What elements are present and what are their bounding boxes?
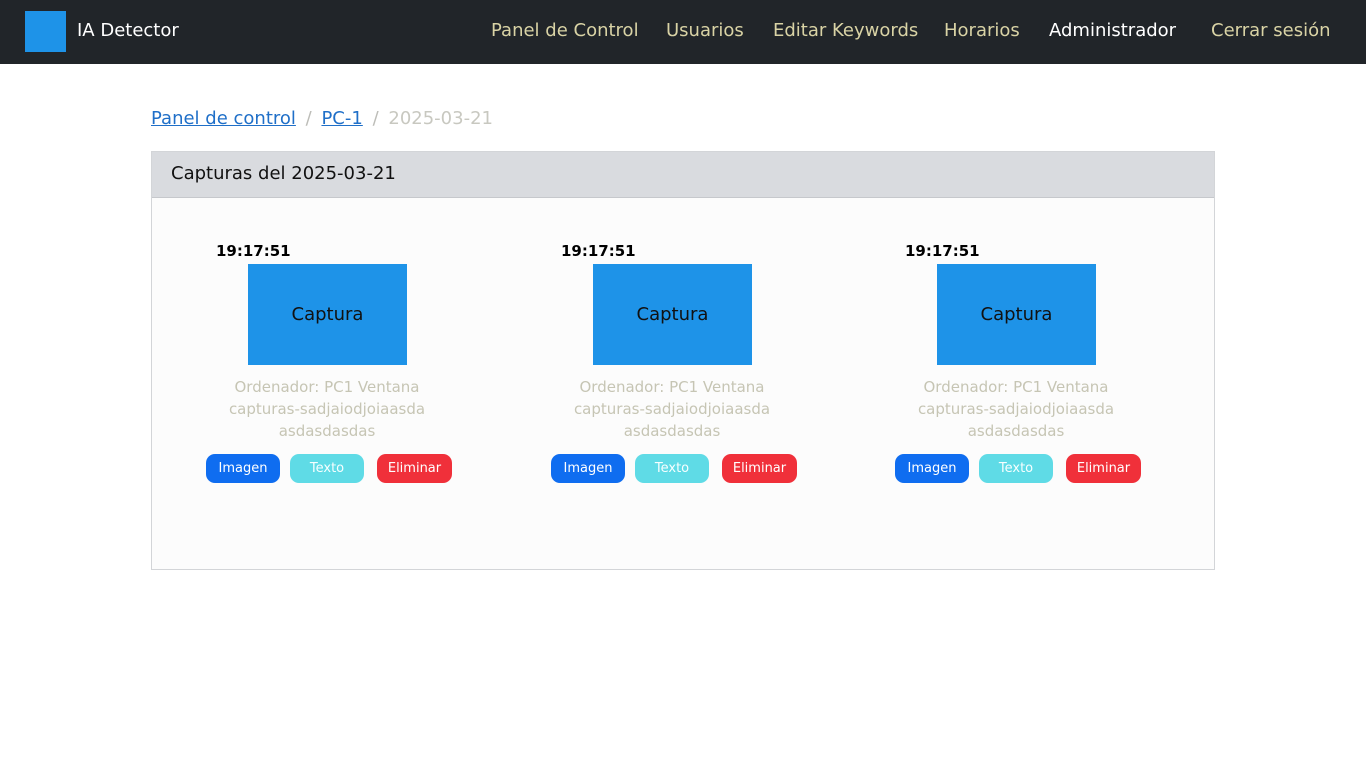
text-button[interactable]: Texto bbox=[979, 454, 1053, 483]
nav-usuarios[interactable]: Usuarios bbox=[666, 19, 744, 43]
breadcrumb-current: 2025-03-21 bbox=[388, 108, 493, 129]
image-button[interactable]: Imagen bbox=[551, 454, 625, 483]
capture-thumbnail[interactable]: Captura bbox=[593, 264, 752, 365]
nav-horarios[interactable]: Horarios bbox=[944, 19, 1020, 43]
brand-logo[interactable] bbox=[25, 11, 66, 52]
card-title: Capturas del 2025-03-21 bbox=[171, 163, 396, 184]
nav-administrador[interactable]: Administrador bbox=[1049, 19, 1176, 43]
top-navbar: IA Detector Panel de Control Usuarios Ed… bbox=[0, 0, 1366, 64]
capture-time: 19:17:51 bbox=[561, 242, 636, 260]
brand-name[interactable]: IA Detector bbox=[77, 19, 179, 43]
breadcrumb-separator: / bbox=[372, 108, 379, 129]
image-button[interactable]: Imagen bbox=[206, 454, 280, 483]
capture-thumbnail[interactable]: Captura bbox=[248, 264, 407, 365]
capture-thumbnail-label: Captura bbox=[980, 304, 1053, 325]
delete-button[interactable]: Eliminar bbox=[722, 454, 797, 483]
nav-panel-de-control[interactable]: Panel de Control bbox=[491, 19, 639, 43]
delete-button[interactable]: Eliminar bbox=[1066, 454, 1141, 483]
captures-card: Capturas del 2025-03-21 19:17:51 Captura… bbox=[151, 151, 1215, 570]
capture-description: Ordenador: PC1 Ventana capturas-sadjaiod… bbox=[573, 378, 771, 440]
text-button[interactable]: Texto bbox=[290, 454, 364, 483]
capture-item: 19:17:51 Captura Ordenador: PC1 Ventana … bbox=[202, 241, 502, 491]
capture-thumbnail-label: Captura bbox=[291, 304, 364, 325]
nav-editar-keywords[interactable]: Editar Keywords bbox=[773, 19, 918, 43]
capture-thumbnail[interactable]: Captura bbox=[937, 264, 1096, 365]
capture-item: 19:17:51 Captura Ordenador: PC1 Ventana … bbox=[547, 241, 847, 491]
capture-time: 19:17:51 bbox=[216, 242, 291, 260]
breadcrumb-link-panel-de-control[interactable]: Panel de control bbox=[151, 108, 296, 129]
capture-thumbnail-label: Captura bbox=[636, 304, 709, 325]
breadcrumb: Panel de control / PC-1 / 2025-03-21 bbox=[151, 107, 493, 131]
text-button[interactable]: Texto bbox=[635, 454, 709, 483]
card-header: Capturas del 2025-03-21 bbox=[152, 152, 1214, 198]
nav-cerrar-sesion[interactable]: Cerrar sesión bbox=[1211, 19, 1331, 43]
capture-description: Ordenador: PC1 Ventana capturas-sadjaiod… bbox=[917, 378, 1115, 440]
capture-item: 19:17:51 Captura Ordenador: PC1 Ventana … bbox=[891, 241, 1191, 491]
capture-time: 19:17:51 bbox=[905, 242, 980, 260]
breadcrumb-separator: / bbox=[305, 108, 312, 129]
image-button[interactable]: Imagen bbox=[895, 454, 969, 483]
capture-description: Ordenador: PC1 Ventana capturas-sadjaiod… bbox=[228, 378, 426, 440]
delete-button[interactable]: Eliminar bbox=[377, 454, 452, 483]
breadcrumb-link-pc-1[interactable]: PC-1 bbox=[321, 108, 362, 129]
